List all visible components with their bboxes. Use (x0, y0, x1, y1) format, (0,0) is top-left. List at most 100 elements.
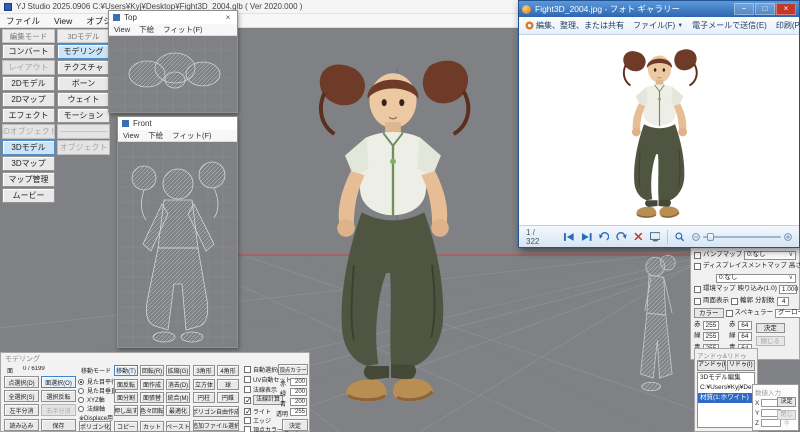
paste-button[interactable]: ペースト (166, 421, 190, 432)
move-button[interactable]: 移動(T) (114, 365, 138, 376)
show-normals-checkbox[interactable]: 法線表示 (244, 385, 277, 394)
zoom-fit-icon[interactable] (675, 232, 685, 242)
numeric-ok-button[interactable]: 決定 (777, 397, 796, 407)
material-ok-button[interactable]: 決定 (755, 322, 785, 333)
menu-file[interactable]: ファイル (6, 15, 40, 27)
displacement-checkbox[interactable] (694, 263, 701, 270)
create-face-button[interactable]: 面作成 (140, 379, 164, 390)
spec-green-field[interactable]: 64 (737, 332, 752, 341)
split-face-button[interactable]: 面分割 (114, 392, 138, 403)
outline-checkbox[interactable] (731, 297, 738, 305)
cone-button[interactable]: 円錐 (217, 392, 239, 403)
optimize-button[interactable]: 最適化 (166, 405, 190, 416)
sidebar-item-2d-map[interactable]: 2Dマップ (2, 92, 55, 107)
sidebar-item-motion[interactable]: モーション (57, 108, 110, 123)
quad-button[interactable]: 4角形 (217, 365, 239, 376)
green-field[interactable]: 255 (702, 332, 719, 341)
face-select-button[interactable]: 面選択(O) (41, 376, 76, 388)
sidebar-item-3d-model[interactable]: 3Dモデル (2, 140, 55, 155)
normal-calc-checkbox[interactable]: 法線計算 (244, 395, 284, 405)
redo-button[interactable]: リドゥ(I) (726, 360, 755, 371)
zoom-slider[interactable] (692, 232, 792, 241)
zoom-in-icon[interactable] (784, 232, 792, 241)
front-menu-underlay[interactable]: 下絵 (148, 130, 163, 141)
vertex-color-button[interactable]: 頂点カラー (278, 364, 308, 375)
point-select-button[interactable]: 点選択(D) (4, 376, 39, 388)
edge-checkbox[interactable]: エッジ (244, 416, 271, 425)
specular-checkbox[interactable] (725, 309, 733, 317)
list-item[interactable]: 3Dモデル編集 (698, 373, 754, 383)
minimize-button[interactable]: − (734, 3, 754, 15)
top-menu-underlay[interactable]: 下絵 (139, 24, 154, 35)
vred-field[interactable]: 200 (290, 378, 307, 386)
cube-button[interactable]: 立方体 (193, 379, 215, 390)
top-window-titlebar[interactable]: Top × (109, 11, 237, 24)
scale-button[interactable]: 拡縮(G) (166, 365, 190, 376)
undo-history-list[interactable]: 3Dモデル編集 C:¥Users¥Kyj¥Desktop¥Fig 材質(1:ホワ… (697, 372, 755, 428)
delete-icon[interactable] (634, 232, 643, 241)
print-menu-button[interactable]: 印刷(P)▼ (776, 20, 800, 31)
previous-icon[interactable] (563, 232, 575, 242)
sidebar-item-2d-model[interactable]: 2Dモデル (2, 76, 55, 91)
vblue-field[interactable]: 200 (290, 398, 307, 406)
front-window-titlebar[interactable]: Front (118, 117, 237, 130)
list-item-selected[interactable]: 材質(1:ホワイト) (698, 393, 754, 403)
triangle-button[interactable]: 3角形 (193, 365, 215, 376)
z-input[interactable] (760, 419, 781, 427)
shading-select[interactable]: グーロー∨ (775, 308, 800, 318)
top-view-canvas[interactable] (109, 36, 237, 112)
bump-map-select[interactable]: 0:なし ∨ (744, 250, 796, 260)
erase-button[interactable]: 消去(D) (166, 379, 190, 390)
vgreen-field[interactable]: 200 (290, 388, 307, 396)
sidebar-item-weight[interactable]: ウェイト (57, 92, 110, 107)
divisions-field[interactable]: 4 (776, 296, 789, 306)
radio-view-perpendicular[interactable]: 見た目垂直 (78, 386, 117, 395)
rotate-right-icon[interactable] (616, 231, 628, 242)
sidebar-item-bone[interactable]: ボーン (57, 76, 110, 91)
save-button[interactable]: 保存 (41, 419, 76, 431)
red-field[interactable]: 255 (702, 320, 719, 330)
file-menu-button[interactable]: ファイル(F) ▼ (633, 20, 683, 31)
radio-normal-axis[interactable]: 法線軸 (78, 404, 105, 413)
zoom-out-icon[interactable] (692, 232, 700, 241)
delete-left-half-button[interactable]: 左半分消 (4, 404, 39, 416)
top-menu-fit[interactable]: フィット(F) (163, 24, 202, 35)
extrude-button[interactable]: 押し出す (114, 405, 138, 416)
load-button[interactable]: 読み込み (4, 419, 39, 431)
display-icon[interactable] (649, 231, 661, 242)
sphere-button[interactable]: 球 (217, 379, 239, 390)
add-file-button[interactable]: 追加ファイル選択 (193, 420, 239, 431)
spec-red-field[interactable]: 64 (737, 320, 752, 330)
vertex-color-ok-button[interactable]: 決定 (282, 419, 308, 431)
sidebar-item-3d-map[interactable]: 3Dマップ (2, 156, 55, 171)
free-polygon-button[interactable]: ポリゴン自由作成 (193, 406, 239, 417)
front-menu-view[interactable]: View (123, 131, 139, 140)
flip-face-button[interactable]: 面反転 (114, 379, 138, 390)
close-button[interactable]: × (776, 3, 796, 15)
sidebar-item-modeling[interactable]: モデリング (57, 44, 110, 59)
double-side-checkbox[interactable] (694, 297, 701, 305)
next-icon[interactable] (581, 232, 592, 242)
rotate-left-icon[interactable] (598, 231, 610, 242)
rotate-various-button[interactable]: 色々回転 (140, 405, 164, 416)
edit-organize-share-button[interactable]: 編集、整理、または共有 (525, 20, 624, 31)
cylinder-button[interactable]: 円柱 (193, 392, 215, 403)
merge-button[interactable]: 統合(M) (166, 392, 190, 403)
copy-button[interactable]: コピー (114, 421, 138, 432)
front-view-canvas[interactable] (118, 142, 237, 347)
top-menu-view[interactable]: View (114, 25, 130, 34)
sidebar-item-movie[interactable]: ムービー (2, 188, 55, 203)
photo-titlebar[interactable]: Fight3D_2004.jpg - フォト ギャラリー − □ × (519, 1, 799, 17)
color-button[interactable]: カラー (694, 308, 724, 318)
bump-map-checkbox[interactable] (694, 251, 701, 259)
light-checkbox[interactable]: ライト (244, 407, 271, 416)
front-menu-fit[interactable]: フィット(F) (172, 130, 211, 141)
close-icon[interactable]: × (223, 13, 233, 22)
env-map-checkbox[interactable] (694, 286, 701, 293)
zoom-slider-thumb[interactable] (706, 232, 714, 241)
menu-view[interactable]: View (54, 16, 72, 26)
radio-view-parallel[interactable]: 見た目平行 (78, 377, 117, 386)
email-button[interactable]: 電子メールで送信(E) (692, 20, 767, 31)
valpha-field[interactable]: 255 (290, 408, 307, 416)
rotate-button[interactable]: 回転(R) (140, 365, 164, 376)
